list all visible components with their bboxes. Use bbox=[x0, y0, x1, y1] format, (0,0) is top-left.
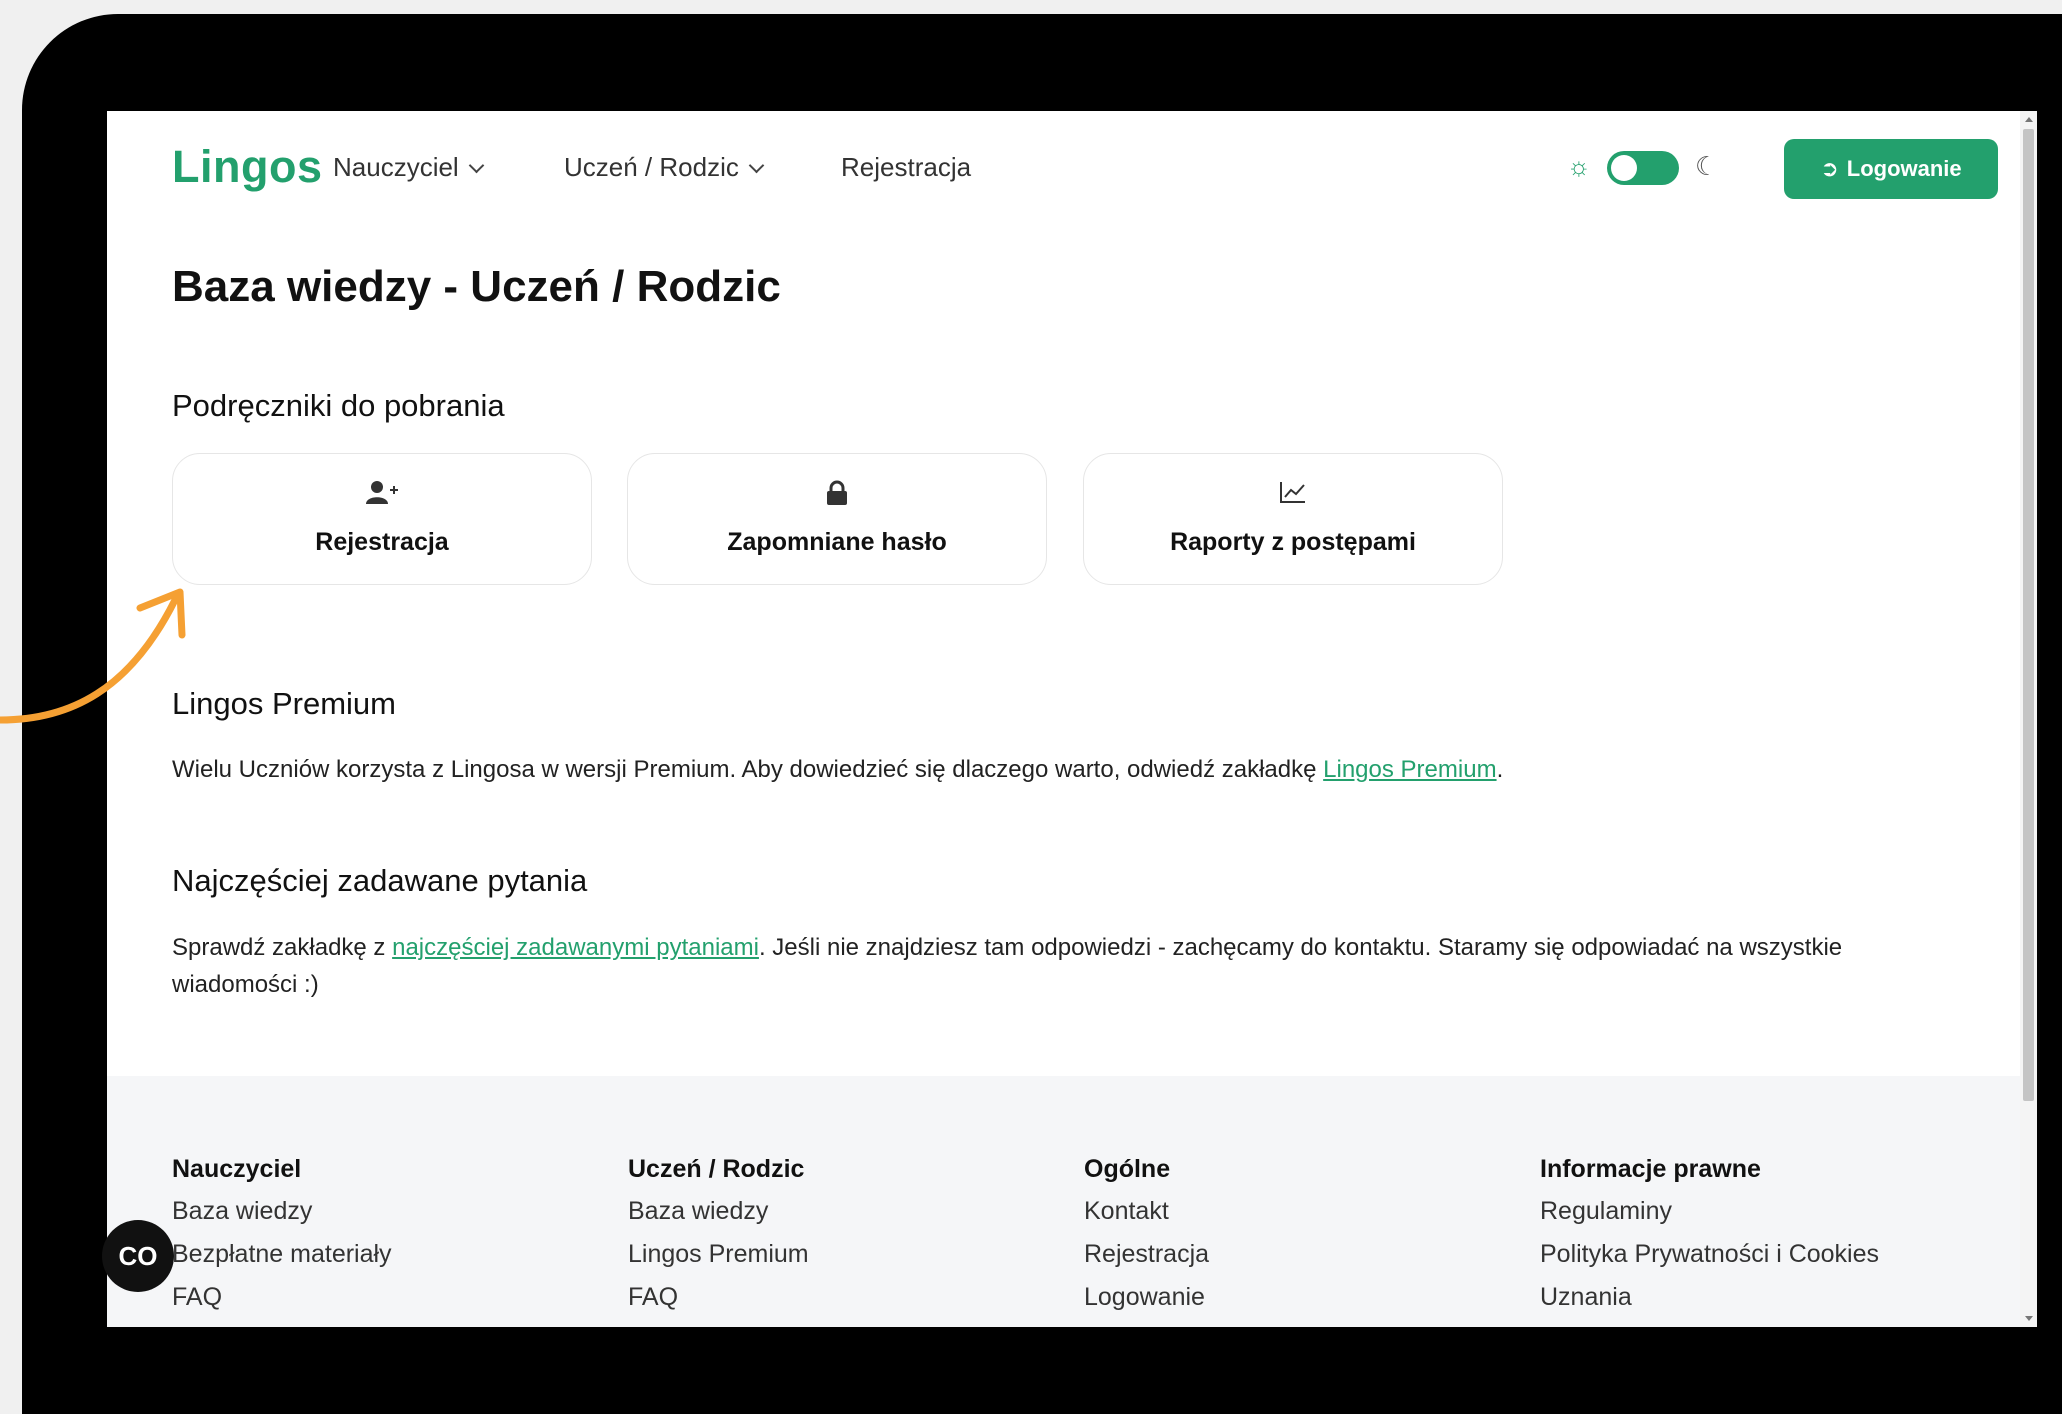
premium-link[interactable]: Lingos Premium bbox=[1323, 756, 1496, 783]
card-label: Raporty z postępami bbox=[1170, 528, 1416, 556]
footer-link[interactable]: Baza wiedzy bbox=[172, 1190, 392, 1233]
chart-line-icon bbox=[1084, 480, 1502, 510]
footer-heading: Informacje prawne bbox=[1540, 1155, 1761, 1183]
user-plus-icon bbox=[173, 480, 591, 512]
footer-link[interactable]: Bezpłatne materiały bbox=[172, 1233, 392, 1276]
moon-icon: ☾ bbox=[1695, 151, 1719, 181]
faq-link[interactable]: najczęściej zadawanymi pytaniami bbox=[392, 934, 759, 961]
footer-link[interactable]: Regulaminy bbox=[1540, 1190, 1879, 1233]
device-frame: Lingos Nauczyciel Uczeń / Rodzic Rejestr… bbox=[22, 14, 2062, 1414]
card-label: Rejestracja bbox=[315, 528, 449, 556]
nav-registration-label: Rejestracja bbox=[841, 152, 972, 182]
accessibility-icon: CO bbox=[118, 1241, 158, 1271]
login-button-label: Logowanie bbox=[1846, 156, 1962, 181]
footer-link[interactable]: Rejestracja bbox=[1084, 1233, 1209, 1276]
footer: Nauczyciel Baza wiedzy Bezpłatne materia… bbox=[107, 1076, 2020, 1327]
footer-col-student: Uczeń / Rodzic Baza wiedzy Lingos Premiu… bbox=[628, 1148, 809, 1319]
scrollbar-thumb[interactable] bbox=[2023, 129, 2034, 1101]
footer-heading: Ogólne bbox=[1084, 1155, 1171, 1183]
login-button[interactable]: ➲ Logowanie bbox=[1784, 139, 1998, 199]
footer-heading: Nauczyciel bbox=[172, 1155, 302, 1183]
faq-heading: Najczęściej zadawane pytania bbox=[172, 863, 588, 898]
chevron-down-icon bbox=[468, 157, 484, 174]
footer-heading: Uczeń / Rodzic bbox=[628, 1155, 805, 1183]
footer-link[interactable]: FAQ bbox=[172, 1276, 392, 1319]
card-label: Zapomniane hasło bbox=[727, 528, 947, 556]
footer-col-teacher: Nauczyciel Baza wiedzy Bezpłatne materia… bbox=[172, 1148, 392, 1319]
accessibility-button[interactable]: CO bbox=[102, 1220, 174, 1292]
nav-student-parent-label: Uczeń / Rodzic bbox=[564, 152, 739, 182]
premium-text-after: . bbox=[1496, 756, 1504, 783]
card-forgot-password[interactable]: Zapomniane hasło bbox=[627, 453, 1047, 585]
footer-link[interactable]: Uznania bbox=[1540, 1276, 1879, 1319]
premium-text-before: Wielu Uczniów korzysta z Lingosa w wersj… bbox=[172, 756, 1324, 783]
nav-teacher[interactable]: Nauczyciel bbox=[333, 139, 484, 195]
browser-viewport: Lingos Nauczyciel Uczeń / Rodzic Rejestr… bbox=[107, 111, 2037, 1327]
card-registration[interactable]: Rejestracja bbox=[172, 453, 592, 585]
premium-text: Wielu Uczniów korzysta z Lingosa w wersj… bbox=[172, 751, 1972, 788]
chevron-down-icon bbox=[748, 157, 765, 174]
card-progress-reports[interactable]: Raporty z postępami bbox=[1083, 453, 1503, 585]
footer-link[interactable]: Baza wiedzy bbox=[628, 1190, 809, 1233]
vertical-scrollbar[interactable] bbox=[2020, 111, 2037, 1327]
manuals-heading: Podręczniki do pobrania bbox=[172, 388, 505, 423]
scroll-down-arrow-icon[interactable] bbox=[2025, 1316, 2033, 1321]
annotation-arrow-icon bbox=[0, 588, 186, 724]
nav-student-parent[interactable]: Uczeń / Rodzic bbox=[564, 139, 765, 195]
footer-col-legal: Informacje prawne Regulaminy Polityka Pr… bbox=[1540, 1148, 1879, 1319]
premium-heading: Lingos Premium bbox=[172, 686, 396, 721]
top-navbar: Lingos Nauczyciel Uczeń / Rodzic Rejestr… bbox=[172, 139, 1998, 199]
toggle-knob bbox=[1611, 155, 1637, 181]
lock-icon bbox=[628, 480, 1046, 512]
logo[interactable]: Lingos bbox=[172, 139, 322, 195]
footer-link[interactable]: FAQ bbox=[628, 1276, 809, 1319]
footer-link[interactable]: Kontakt bbox=[1084, 1190, 1209, 1233]
sun-icon: ☼ bbox=[1567, 151, 1591, 181]
nav-registration[interactable]: Rejestracja bbox=[841, 139, 971, 195]
nav-teacher-label: Nauczyciel bbox=[333, 152, 459, 182]
page-title: Baza wiedzy - Uczeń / Rodzic bbox=[172, 262, 781, 311]
sign-in-icon: ➲ bbox=[1820, 156, 1839, 181]
footer-link[interactable]: Polityka Prywatności i Cookies bbox=[1540, 1233, 1879, 1276]
faq-text: Sprawdź zakładkę z najczęściej zadawanym… bbox=[172, 929, 1972, 1003]
footer-link[interactable]: Lingos Premium bbox=[628, 1233, 809, 1276]
faq-text-before: Sprawdź zakładkę z bbox=[172, 934, 393, 961]
scroll-up-arrow-icon[interactable] bbox=[2025, 117, 2033, 122]
footer-link[interactable]: Logowanie bbox=[1084, 1276, 1209, 1319]
theme-toggle[interactable] bbox=[1607, 151, 1679, 185]
footer-col-general: Ogólne Kontakt Rejestracja Logowanie bbox=[1084, 1148, 1209, 1319]
